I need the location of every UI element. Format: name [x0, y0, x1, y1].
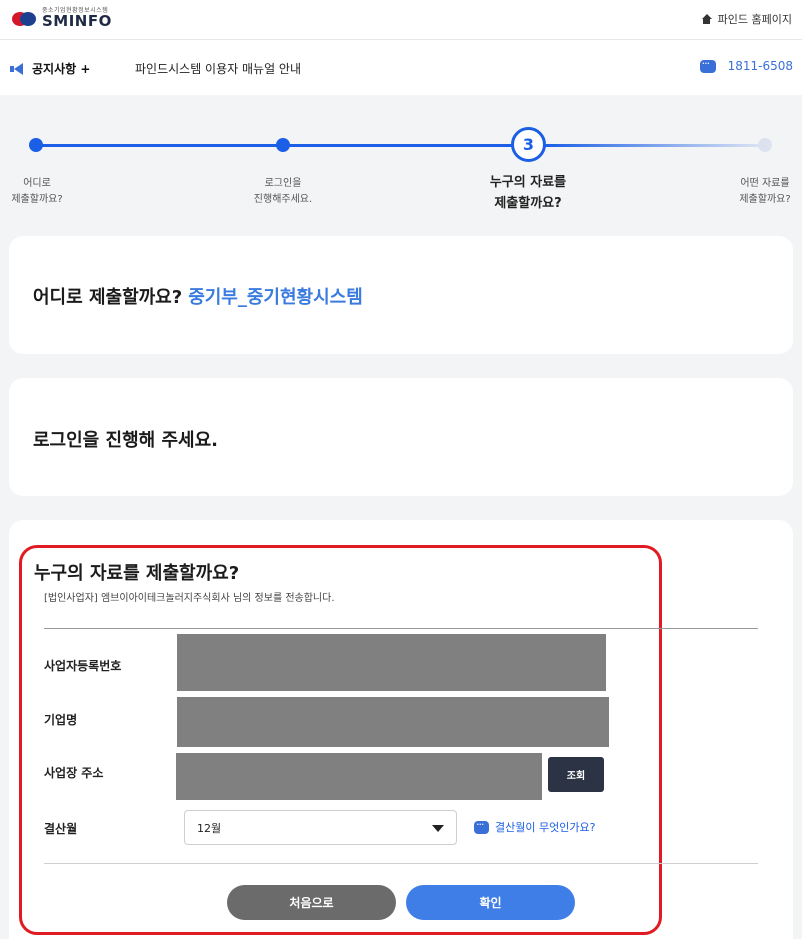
home-link[interactable]: 파인드 홈페이지	[701, 11, 792, 27]
address-search-button[interactable]: 조회	[548, 757, 604, 792]
company-label: 기업명	[44, 713, 78, 727]
destination-card: 어디로 제출할까요? 중기부_중기현황시스템	[9, 236, 793, 354]
top-bar: 중소기업현황정보시스템 SMINFO 파인드 홈페이지	[0, 0, 802, 40]
stepper-track-remaining	[545, 144, 765, 147]
fiscal-month-select[interactable]: 12월	[184, 810, 457, 845]
step-4-label: 어떤 자료를 제출할까요?	[739, 178, 791, 205]
address-label: 사업장 주소	[44, 766, 104, 780]
destination-title: 어디로 제출할까요? 중기부_중기현황시스템	[33, 283, 363, 309]
logo-name: SMINFO	[42, 12, 112, 30]
form-divider-top	[44, 628, 758, 629]
home-icon	[701, 14, 712, 24]
fiscal-month-value: 12월	[197, 821, 222, 835]
step-2-label: 로그인을 진행해주세요.	[253, 178, 313, 205]
support-phone[interactable]: 1811-6508	[699, 57, 793, 73]
form-divider-bottom	[44, 863, 758, 864]
step-1-label: 어디로 제출할까요?	[11, 178, 63, 205]
home-link-label: 파인드 홈페이지	[717, 13, 792, 26]
notice-bar: 공지사항 + 파인드시스템 이용자 매뉴얼 안내 1811-6508	[0, 40, 802, 95]
taegeuk-logo-icon	[12, 10, 42, 28]
chevron-down-icon	[432, 825, 444, 832]
destination-question: 어디로 제출할까요?	[33, 287, 183, 308]
step-4-dot	[758, 138, 772, 152]
login-title: 로그인을 진행해 주세요.	[33, 430, 218, 451]
address-masked-field	[176, 753, 542, 800]
phone-number: 1811-6508	[727, 59, 793, 73]
confirm-button[interactable]: 확인	[406, 885, 575, 920]
step-2-dot[interactable]	[276, 138, 290, 152]
chat-icon	[474, 818, 489, 834]
fiscal-month-help-link[interactable]: 결산월이 무엇인가요?	[474, 818, 596, 835]
reset-button[interactable]: 처음으로	[227, 885, 396, 920]
company-masked-field	[177, 697, 609, 747]
step-3-label: 누구의 자료를 제출할까요?	[489, 175, 567, 211]
notice-label: 공지사항 +	[32, 62, 91, 76]
notice-button[interactable]: 공지사항 +	[10, 60, 90, 77]
destination-value: 중기부_중기현황시스템	[188, 287, 363, 308]
login-card: 로그인을 진행해 주세요.	[9, 378, 793, 496]
submitter-subtitle: [법인사업자] 엠브이아이테크놀러지주식회사 님의 정보를 전송합니다.	[44, 593, 335, 604]
stepper-track-completed	[36, 144, 512, 147]
biz-no-label: 사업자등록번호	[44, 659, 122, 673]
submitter-title: 누구의 자료를 제출할까요?	[34, 563, 240, 584]
megaphone-icon	[10, 62, 24, 75]
fiscal-month-help-label: 결산월이 무엇인가요?	[495, 821, 596, 834]
progress-stepper: 3 어디로 제출할까요? 로그인을 진행해주세요. 누구의 자료를 제출할까요?…	[0, 95, 802, 230]
notice-headline[interactable]: 파인드시스템 이용자 매뉴얼 안내	[135, 60, 301, 77]
chat-icon	[699, 57, 716, 73]
biz-no-masked-field	[177, 634, 606, 691]
step-1-dot[interactable]	[29, 138, 43, 152]
logo[interactable]: 중소기업현황정보시스템 SMINFO	[12, 8, 112, 29]
fiscal-month-label: 결산월	[44, 822, 78, 836]
step-3-current: 3	[511, 127, 546, 162]
